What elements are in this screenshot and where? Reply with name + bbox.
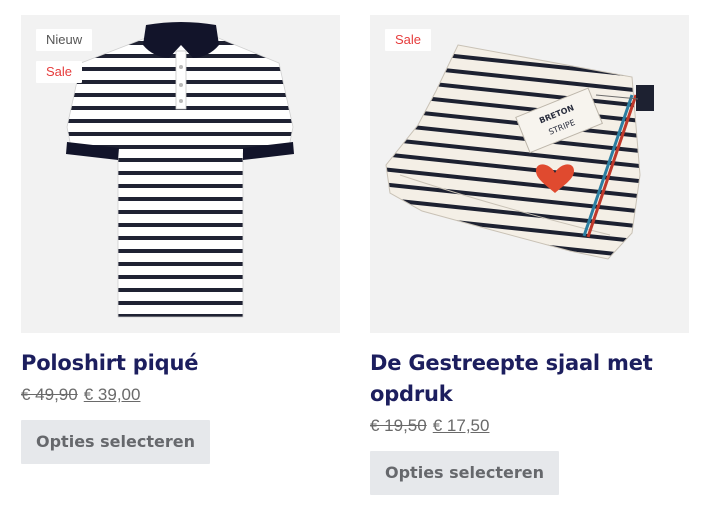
product-card: Nieuw Sale Poloshirt piqué € 49,90 € 39,0… bbox=[21, 15, 340, 464]
sale-badge: Sale bbox=[36, 61, 83, 83]
product-image-link[interactable]: BRETON STRIPE Sale bbox=[370, 15, 689, 333]
select-options-button[interactable]: Opties selecteren bbox=[21, 420, 210, 464]
sale-price: € 39,00 bbox=[83, 385, 141, 404]
sale-badge: Sale bbox=[385, 29, 432, 51]
striped-scarf-image: BRETON STRIPE bbox=[385, 44, 654, 260]
product-title[interactable]: Poloshirt piqué bbox=[21, 348, 340, 379]
product-price: € 49,90 € 39,00 bbox=[21, 384, 340, 406]
product-price: € 19,50 € 17,50 bbox=[370, 415, 689, 437]
product-image-link[interactable]: Nieuw Sale bbox=[21, 15, 340, 333]
sale-price: € 17,50 bbox=[432, 416, 490, 435]
product-title[interactable]: De Gestreepte sjaal met opdruk bbox=[370, 348, 689, 410]
product-card: BRETON STRIPE Sale De Gestreepte sjaal m… bbox=[370, 15, 689, 495]
old-price: € 19,50 bbox=[370, 416, 427, 435]
new-badge: Nieuw bbox=[36, 29, 93, 51]
old-price: € 49,90 bbox=[21, 385, 78, 404]
select-options-button[interactable]: Opties selecteren bbox=[370, 451, 559, 495]
